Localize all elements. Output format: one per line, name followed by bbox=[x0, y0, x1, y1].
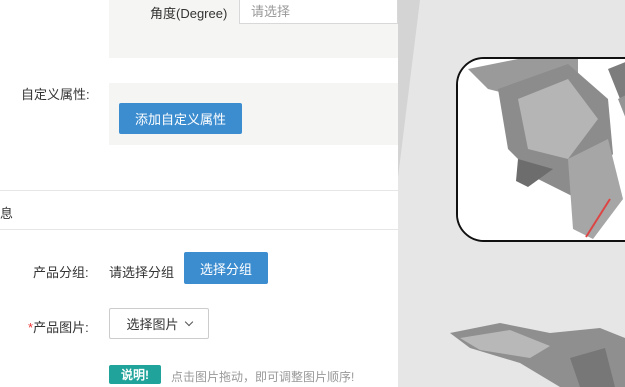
section-title: 息 bbox=[0, 206, 14, 221]
degree-select-placeholder: 请选择 bbox=[251, 4, 291, 19]
product-image-label-text: 产品图片: bbox=[33, 320, 89, 335]
add-custom-attribute-button[interactable]: 添加自定义属性 bbox=[119, 103, 242, 134]
note-text: 点击图片拖动，即可调整图片顺序! bbox=[171, 370, 355, 384]
choose-group-button[interactable]: 选择分组 bbox=[184, 252, 268, 284]
choose-image-dropdown[interactable]: 选择图片 bbox=[109, 308, 209, 339]
product-group-value: 请选择分组 bbox=[109, 265, 175, 280]
choose-image-label: 选择图片 bbox=[126, 317, 179, 332]
chevron-down-icon bbox=[184, 317, 193, 326]
section-header: 息 bbox=[0, 190, 398, 230]
degree-select[interactable]: 请选择 bbox=[239, 0, 398, 24]
product-group-label: 产品分组: bbox=[33, 265, 89, 280]
custom-attribute-label: 自定义属性: bbox=[21, 87, 90, 102]
drill-bit-image-second bbox=[450, 323, 625, 387]
note-badge: 说明! bbox=[109, 365, 161, 384]
product-image-label: *产品图片: bbox=[28, 317, 89, 336]
product-form: 角度(Degree) 请选择 自定义属性: 添加自定义属性 息 产品分组: 请选… bbox=[0, 0, 398, 387]
product-image-preview[interactable] bbox=[456, 57, 625, 242]
drill-bit-image bbox=[458, 59, 625, 240]
degree-label: 角度(Degree) bbox=[150, 6, 228, 21]
